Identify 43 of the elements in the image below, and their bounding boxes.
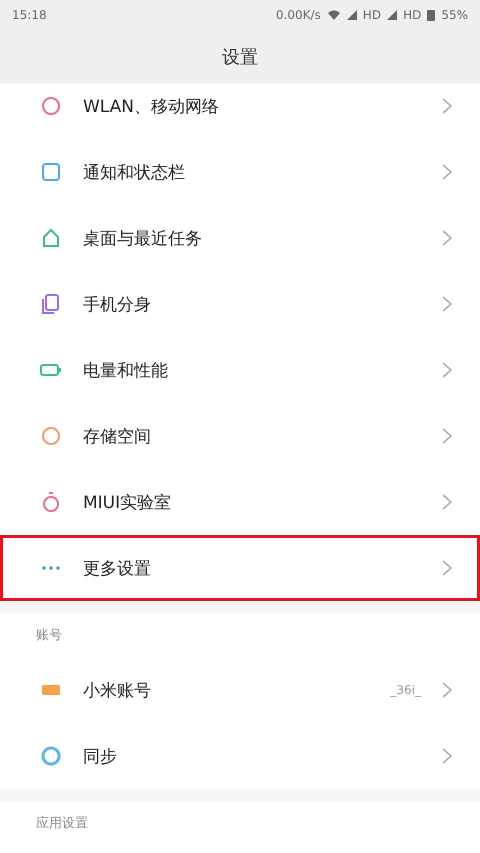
chevron-icon [441,163,453,181]
settings-item[interactable]: WLAN、移动网络 [0,83,480,139]
settings-item[interactable]: MIUI实验室 [0,469,480,535]
item-label: 同步 [83,746,118,768]
network-type: HD [403,8,422,22]
item-label: WLAN、移动网络 [83,96,220,118]
item-label: 存储空间 [83,426,152,448]
signal-icon [387,10,398,20]
item-label: 通知和状态栏 [83,162,186,184]
settings-item[interactable]: 同步 [0,723,480,789]
battery-level: 55% [441,8,468,22]
item-label: 小米账号 [83,680,152,702]
chevron-icon [441,361,453,379]
section-title: 应用设置 [35,815,89,833]
section-title: 账号 [35,627,63,645]
chevron-icon [441,229,453,247]
chevron-icon [441,97,453,115]
chevron-icon [441,747,453,765]
settings-item[interactable]: 桌面与最近任务 [0,205,480,271]
network-speed: 0.00K/s [276,8,321,22]
item-label: 更多设置 [83,558,152,580]
chevron-icon [441,681,453,699]
chevron-icon [441,559,453,577]
chevron-icon [441,427,453,445]
signal-icon [346,10,357,20]
settings-item[interactable]: 电量和性能 [0,337,480,403]
settings-item[interactable]: 手机分身 [0,271,480,337]
item-value: _36i_ [390,683,421,697]
item-label: 桌面与最近任务 [83,228,203,250]
settings-item[interactable]: 存储空间 [0,403,480,469]
settings-item[interactable]: 通知和状态栏 [0,139,480,205]
settings-item[interactable]: 小米账号 _36i_ [0,657,480,723]
item-label: 手机分身 [83,294,152,316]
battery-icon [427,9,436,21]
settings-item[interactable]: 更多设置 [0,535,480,601]
page-title: 设置 [221,46,259,70]
network-type: HD [362,8,382,22]
status-time: 15:18 [12,8,47,22]
chevron-icon [441,295,453,313]
chevron-icon [441,493,453,511]
item-label: 电量和性能 [83,360,169,382]
item-label: MIUI实验室 [83,492,172,514]
wifi-icon [326,9,341,21]
